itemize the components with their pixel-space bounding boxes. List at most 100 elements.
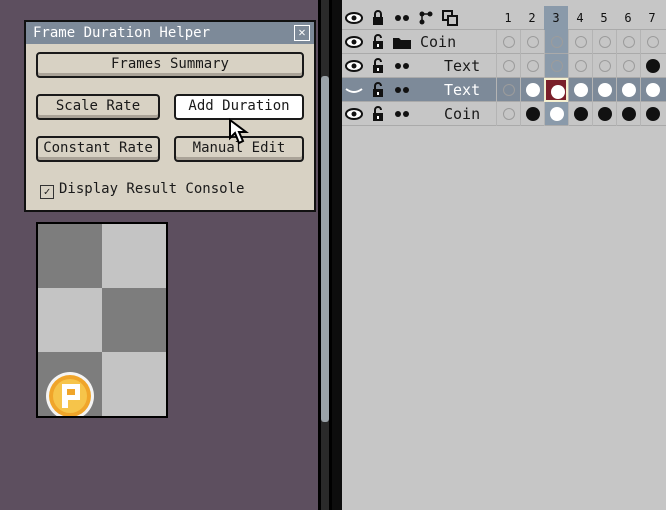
cel-icon (550, 107, 564, 121)
cel-frame-7[interactable] (640, 78, 664, 102)
cel-frame-3[interactable] (544, 30, 568, 54)
cel-frame-6[interactable] (616, 54, 640, 78)
folder-icon[interactable] (390, 30, 414, 54)
layers-icon[interactable] (438, 6, 462, 30)
layer-row-text[interactable]: Text (342, 78, 666, 102)
cel-frame-2[interactable] (520, 30, 544, 54)
cel-icon (598, 107, 612, 121)
timeline-header-row: 1234567 (342, 6, 666, 30)
display-result-console-checkbox[interactable]: ✓ Display Result Console (40, 180, 244, 199)
cel-icon (551, 85, 565, 99)
cel-frame-5[interactable] (592, 102, 616, 126)
cel-icon (646, 59, 660, 73)
empty-cel-icon (599, 60, 611, 72)
continuous-icon[interactable] (390, 78, 414, 102)
frame-header-4[interactable]: 4 (568, 6, 592, 30)
checker-cell (38, 288, 102, 352)
checker-cell (38, 224, 102, 288)
unlock-icon[interactable] (366, 54, 390, 78)
frame-header-2[interactable]: 2 (520, 6, 544, 30)
dialog-titlebar[interactable]: Frame Duration Helper ✕ (26, 22, 314, 44)
cel-frame-2[interactable] (520, 102, 544, 126)
close-icon[interactable]: ✕ (294, 25, 310, 41)
unlock-icon[interactable] (366, 102, 390, 126)
frame-header-6[interactable]: 6 (616, 6, 640, 30)
checkbox-check-icon[interactable]: ✓ (40, 185, 54, 199)
cel-frame-4[interactable] (568, 54, 592, 78)
empty-cel-icon (551, 36, 563, 48)
layer-row-text[interactable]: Text (342, 54, 666, 78)
coin-sprite-icon (46, 372, 94, 416)
cel-icon (622, 107, 636, 121)
link-icon[interactable] (414, 6, 438, 30)
cel-frame-4[interactable] (568, 30, 592, 54)
empty-cel-icon (503, 36, 515, 48)
frame-duration-helper-dialog: Frame Duration Helper ✕ Frames Summary S… (24, 20, 316, 212)
empty-cel-icon (575, 60, 587, 72)
cel-icon (574, 107, 588, 121)
cel-frame-7[interactable] (640, 102, 664, 126)
checker-cell (102, 224, 166, 288)
sprite-preview[interactable] (36, 222, 168, 418)
checkbox-label: Display Result Console (59, 181, 245, 197)
layer-row-coin[interactable]: Coin (342, 102, 666, 126)
cel-icon (526, 83, 540, 97)
frame-header-5[interactable]: 5 (592, 6, 616, 30)
timeline-panel: 1 2 3 4 5 6 7 Coin Text Text Coin (342, 0, 666, 510)
cel-frame-6[interactable] (616, 102, 640, 126)
cel-frame-6[interactable] (616, 30, 640, 54)
continuous-icon[interactable] (390, 102, 414, 126)
layer-name[interactable]: Text (444, 78, 480, 102)
empty-cel-icon (503, 84, 515, 96)
empty-cel-icon (527, 60, 539, 72)
continuous-icon[interactable] (390, 6, 414, 30)
eye-icon[interactable] (342, 30, 366, 54)
frames-summary-button[interactable]: Frames Summary (36, 52, 304, 78)
continuous-icon[interactable] (390, 54, 414, 78)
lock-icon[interactable] (366, 6, 390, 30)
cel-frame-6[interactable] (616, 78, 640, 102)
cel-frame-5[interactable] (592, 78, 616, 102)
cel-frame-3[interactable] (544, 102, 568, 126)
unlock-icon[interactable] (366, 30, 390, 54)
constant-rate-button[interactable]: Constant Rate (36, 136, 160, 162)
cel-frame-1[interactable] (496, 78, 520, 102)
empty-cel-icon (623, 36, 635, 48)
eye-icon[interactable] (342, 102, 366, 126)
frame-header-7[interactable]: 7 (640, 6, 664, 30)
cel-frame-7[interactable] (640, 30, 664, 54)
cel-frame-7[interactable] (640, 54, 664, 78)
layer-name[interactable]: Text (444, 54, 480, 78)
frame-header-1[interactable]: 1 (496, 6, 520, 30)
cel-frame-3[interactable] (544, 78, 568, 102)
cel-frame-2[interactable] (520, 78, 544, 102)
empty-cel-icon (503, 60, 515, 72)
cel-frame-2[interactable] (520, 54, 544, 78)
unlock-icon[interactable] (366, 78, 390, 102)
layer-row-coin[interactable]: Coin (342, 30, 666, 54)
eye-icon[interactable] (342, 54, 366, 78)
closed-eye-icon[interactable] (342, 78, 366, 102)
cel-frame-4[interactable] (568, 78, 592, 102)
checker-cell (102, 288, 166, 352)
frame-header-3[interactable]: 3 (544, 6, 568, 30)
layer-name[interactable]: Coin (420, 30, 456, 54)
cel-icon (646, 107, 660, 121)
cel-icon (622, 83, 636, 97)
add-duration-button[interactable]: Add Duration (174, 94, 304, 120)
eye-icon[interactable] (342, 6, 366, 30)
layer-name[interactable]: Coin (444, 102, 480, 126)
cel-frame-5[interactable] (592, 30, 616, 54)
panel-divider[interactable] (332, 0, 342, 510)
scrollbar-thumb[interactable] (321, 76, 329, 422)
cel-frame-5[interactable] (592, 54, 616, 78)
scale-rate-button[interactable]: Scale Rate (36, 94, 160, 120)
cel-frame-1[interactable] (496, 102, 520, 126)
cel-frame-4[interactable] (568, 102, 592, 126)
workspace-vertical-scrollbar[interactable] (318, 0, 332, 510)
checker-cell (102, 352, 166, 416)
cel-frame-1[interactable] (496, 54, 520, 78)
empty-cel-icon (647, 36, 659, 48)
cel-frame-3[interactable] (544, 54, 568, 78)
cel-frame-1[interactable] (496, 30, 520, 54)
